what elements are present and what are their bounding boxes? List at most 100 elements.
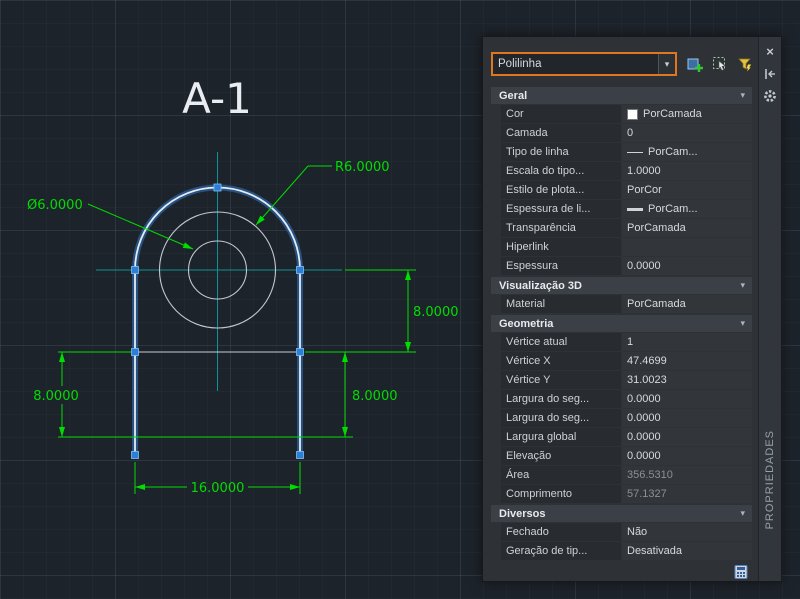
property-row: Cor PorCamada xyxy=(501,105,752,123)
chevron-down-icon: ▾ xyxy=(740,318,745,328)
dim-mid-label: 8.0000 xyxy=(352,389,398,404)
property-label: Transparência xyxy=(501,219,621,237)
property-label: Geração de tip... xyxy=(501,542,621,560)
grip-arc-left[interactable] xyxy=(131,266,139,274)
property-value[interactable]: 31.0023 xyxy=(622,371,752,389)
property-label: Espessura de li... xyxy=(501,200,621,218)
section-header[interactable]: Geral ▾ xyxy=(491,87,752,104)
section-header[interactable]: Visualização 3D ▾ xyxy=(491,277,752,294)
property-row: Escala do tipo... 1.0000 xyxy=(501,162,752,180)
grip-mid-right[interactable] xyxy=(296,348,304,356)
select-objects-button[interactable] xyxy=(710,54,730,74)
gear-icon[interactable] xyxy=(762,88,778,104)
grip-bottom-right[interactable] xyxy=(296,451,304,459)
property-row: Camada 0 xyxy=(501,124,752,142)
pickadd-toggle-icon xyxy=(687,58,703,72)
drawing-title: A-1 xyxy=(182,74,252,123)
property-row: Área 356.5310 xyxy=(501,466,752,484)
dim-right-label: 8.0000 xyxy=(413,305,459,320)
property-value[interactable]: Não xyxy=(622,523,752,541)
property-label: Comprimento xyxy=(501,485,621,503)
property-row: Tipo de linha PorCam... xyxy=(501,143,752,161)
property-row: Estilo de plota... PorCor xyxy=(501,181,752,199)
property-row: Espessura de li... PorCam... xyxy=(501,200,752,218)
property-row: Vértice X 47.4699 xyxy=(501,352,752,370)
color-swatch[interactable] xyxy=(627,108,638,120)
property-label: Cor xyxy=(501,105,621,123)
lineweight-preview-icon xyxy=(627,207,643,211)
chevron-down-icon: ▾ xyxy=(740,508,745,518)
property-value[interactable]: 47.4699 xyxy=(622,352,752,370)
property-row: Largura do seg... 0.0000 xyxy=(501,409,752,427)
property-value[interactable]: 0.0000 xyxy=(622,390,752,408)
dim-left-label: 8.0000 xyxy=(33,389,79,404)
object-type-value: Polilinha xyxy=(498,58,542,70)
grip-bottom-left[interactable] xyxy=(131,451,139,459)
section-header[interactable]: Diversos ▾ xyxy=(491,505,752,522)
section-label: Visualização 3D xyxy=(499,279,582,292)
property-value[interactable]: 57.1327 xyxy=(622,485,752,503)
section-label: Geometria xyxy=(499,317,554,330)
grip-arc-top[interactable] xyxy=(213,183,222,192)
grip-arc-right[interactable] xyxy=(296,266,304,274)
auto-hide-icon[interactable] xyxy=(762,66,778,82)
property-value[interactable]: PorCam... xyxy=(622,143,752,161)
property-label: Tipo de linha xyxy=(501,143,621,161)
property-value[interactable]: PorCamada xyxy=(622,295,752,313)
grip-mid-left[interactable] xyxy=(131,348,139,356)
property-value[interactable]: 0.0000 xyxy=(622,447,752,465)
property-label: Largura do seg... xyxy=(501,390,621,408)
palette-titlebar[interactable]: × PROPRIEDADES xyxy=(758,37,781,581)
property-row: Transparência PorCamada xyxy=(501,219,752,237)
property-value[interactable]: 0.0000 xyxy=(622,257,752,275)
property-value[interactable]: PorCamada xyxy=(622,219,752,237)
property-label: Vértice X xyxy=(501,352,621,370)
property-value[interactable]: 1.0000 xyxy=(622,162,752,180)
property-row: Vértice atual 1 xyxy=(501,333,752,351)
chevron-down-icon: ▾ xyxy=(740,90,745,100)
pickadd-toggle-button[interactable] xyxy=(685,54,705,74)
property-value[interactable]: PorCor xyxy=(622,181,752,199)
property-value[interactable]: 356.5310 xyxy=(622,466,752,484)
property-row: Elevação 0.0000 xyxy=(501,447,752,465)
property-value[interactable]: PorCam... xyxy=(622,200,752,218)
property-label: Hiperlink xyxy=(501,238,621,256)
calculator-icon[interactable] xyxy=(733,564,749,583)
select-objects-icon xyxy=(713,57,726,71)
properties-palette: Polilinha ▾ Geral ▾ Cor PorCamada Camada… xyxy=(482,36,782,582)
palette-toolbar xyxy=(685,54,755,74)
quick-select-icon xyxy=(738,58,752,72)
chevron-down-icon[interactable]: ▾ xyxy=(658,54,675,74)
dim-bottom-label: 16.0000 xyxy=(191,481,245,496)
property-row: Comprimento 57.1327 xyxy=(501,485,752,503)
quick-select-button[interactable] xyxy=(735,54,755,74)
property-value[interactable]: 1 xyxy=(622,333,752,351)
property-value[interactable] xyxy=(622,238,752,256)
property-label: Espessura xyxy=(501,257,621,275)
linetype-preview-icon xyxy=(627,151,643,153)
property-row: Largura global 0.0000 xyxy=(501,428,752,446)
property-row: Material PorCamada xyxy=(501,295,752,313)
property-value[interactable]: 0.0000 xyxy=(622,409,752,427)
chevron-down-icon: ▾ xyxy=(740,280,745,290)
property-label: Vértice Y xyxy=(501,371,621,389)
object-selector-row: Polilinha ▾ xyxy=(483,37,758,80)
property-row: Fechado Não xyxy=(501,523,752,541)
property-row: Vértice Y 31.0023 xyxy=(501,371,752,389)
property-value[interactable]: 0.0000 xyxy=(622,428,752,446)
property-row: Geração de tip... Desativada xyxy=(501,542,752,560)
object-type-dropdown[interactable]: Polilinha ▾ xyxy=(491,52,677,76)
section-header[interactable]: Geometria ▾ xyxy=(491,315,752,332)
property-label: Largura do seg... xyxy=(501,409,621,427)
property-label: Material xyxy=(501,295,621,313)
section-label: Diversos xyxy=(499,507,546,520)
property-grid: Geral ▾ Cor PorCamada Camada 0 Tipo de linha Po… xyxy=(483,80,758,561)
property-value[interactable]: 0 xyxy=(622,124,752,142)
property-value[interactable]: Desativada xyxy=(622,542,752,560)
property-label: Largura global xyxy=(501,428,621,446)
property-label: Fechado xyxy=(501,523,621,541)
close-icon[interactable]: × xyxy=(762,44,778,60)
property-label: Vértice atual xyxy=(501,333,621,351)
palette-main: Polilinha ▾ Geral ▾ Cor PorCamada Camada… xyxy=(483,37,758,581)
property-value[interactable]: PorCamada xyxy=(622,105,752,123)
